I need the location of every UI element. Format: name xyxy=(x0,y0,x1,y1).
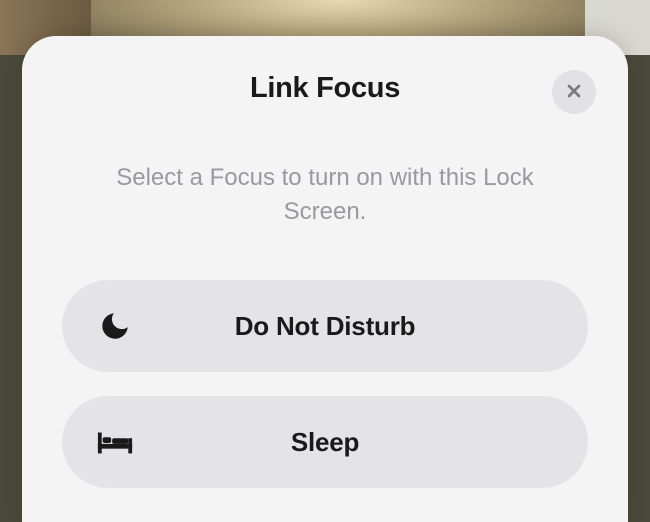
focus-option-do-not-disturb[interactable]: Do Not Disturb xyxy=(62,280,588,372)
focus-option-label: Sleep xyxy=(291,427,359,458)
focus-option-label: Do Not Disturb xyxy=(235,311,416,342)
focus-option-sleep[interactable]: Sleep xyxy=(62,396,588,488)
close-icon xyxy=(564,81,584,104)
sheet-subtitle: Select a Focus to turn on with this Lock… xyxy=(62,161,588,228)
bed-icon xyxy=(96,423,134,461)
focus-option-list: Do Not Disturb Sleep xyxy=(62,280,588,488)
link-focus-sheet: Link Focus Select a Focus to turn on wit… xyxy=(22,36,628,522)
sheet-title: Link Focus xyxy=(62,72,588,105)
moon-icon xyxy=(96,307,134,345)
close-button[interactable] xyxy=(552,70,596,114)
sheet-header: Link Focus xyxy=(62,72,588,105)
